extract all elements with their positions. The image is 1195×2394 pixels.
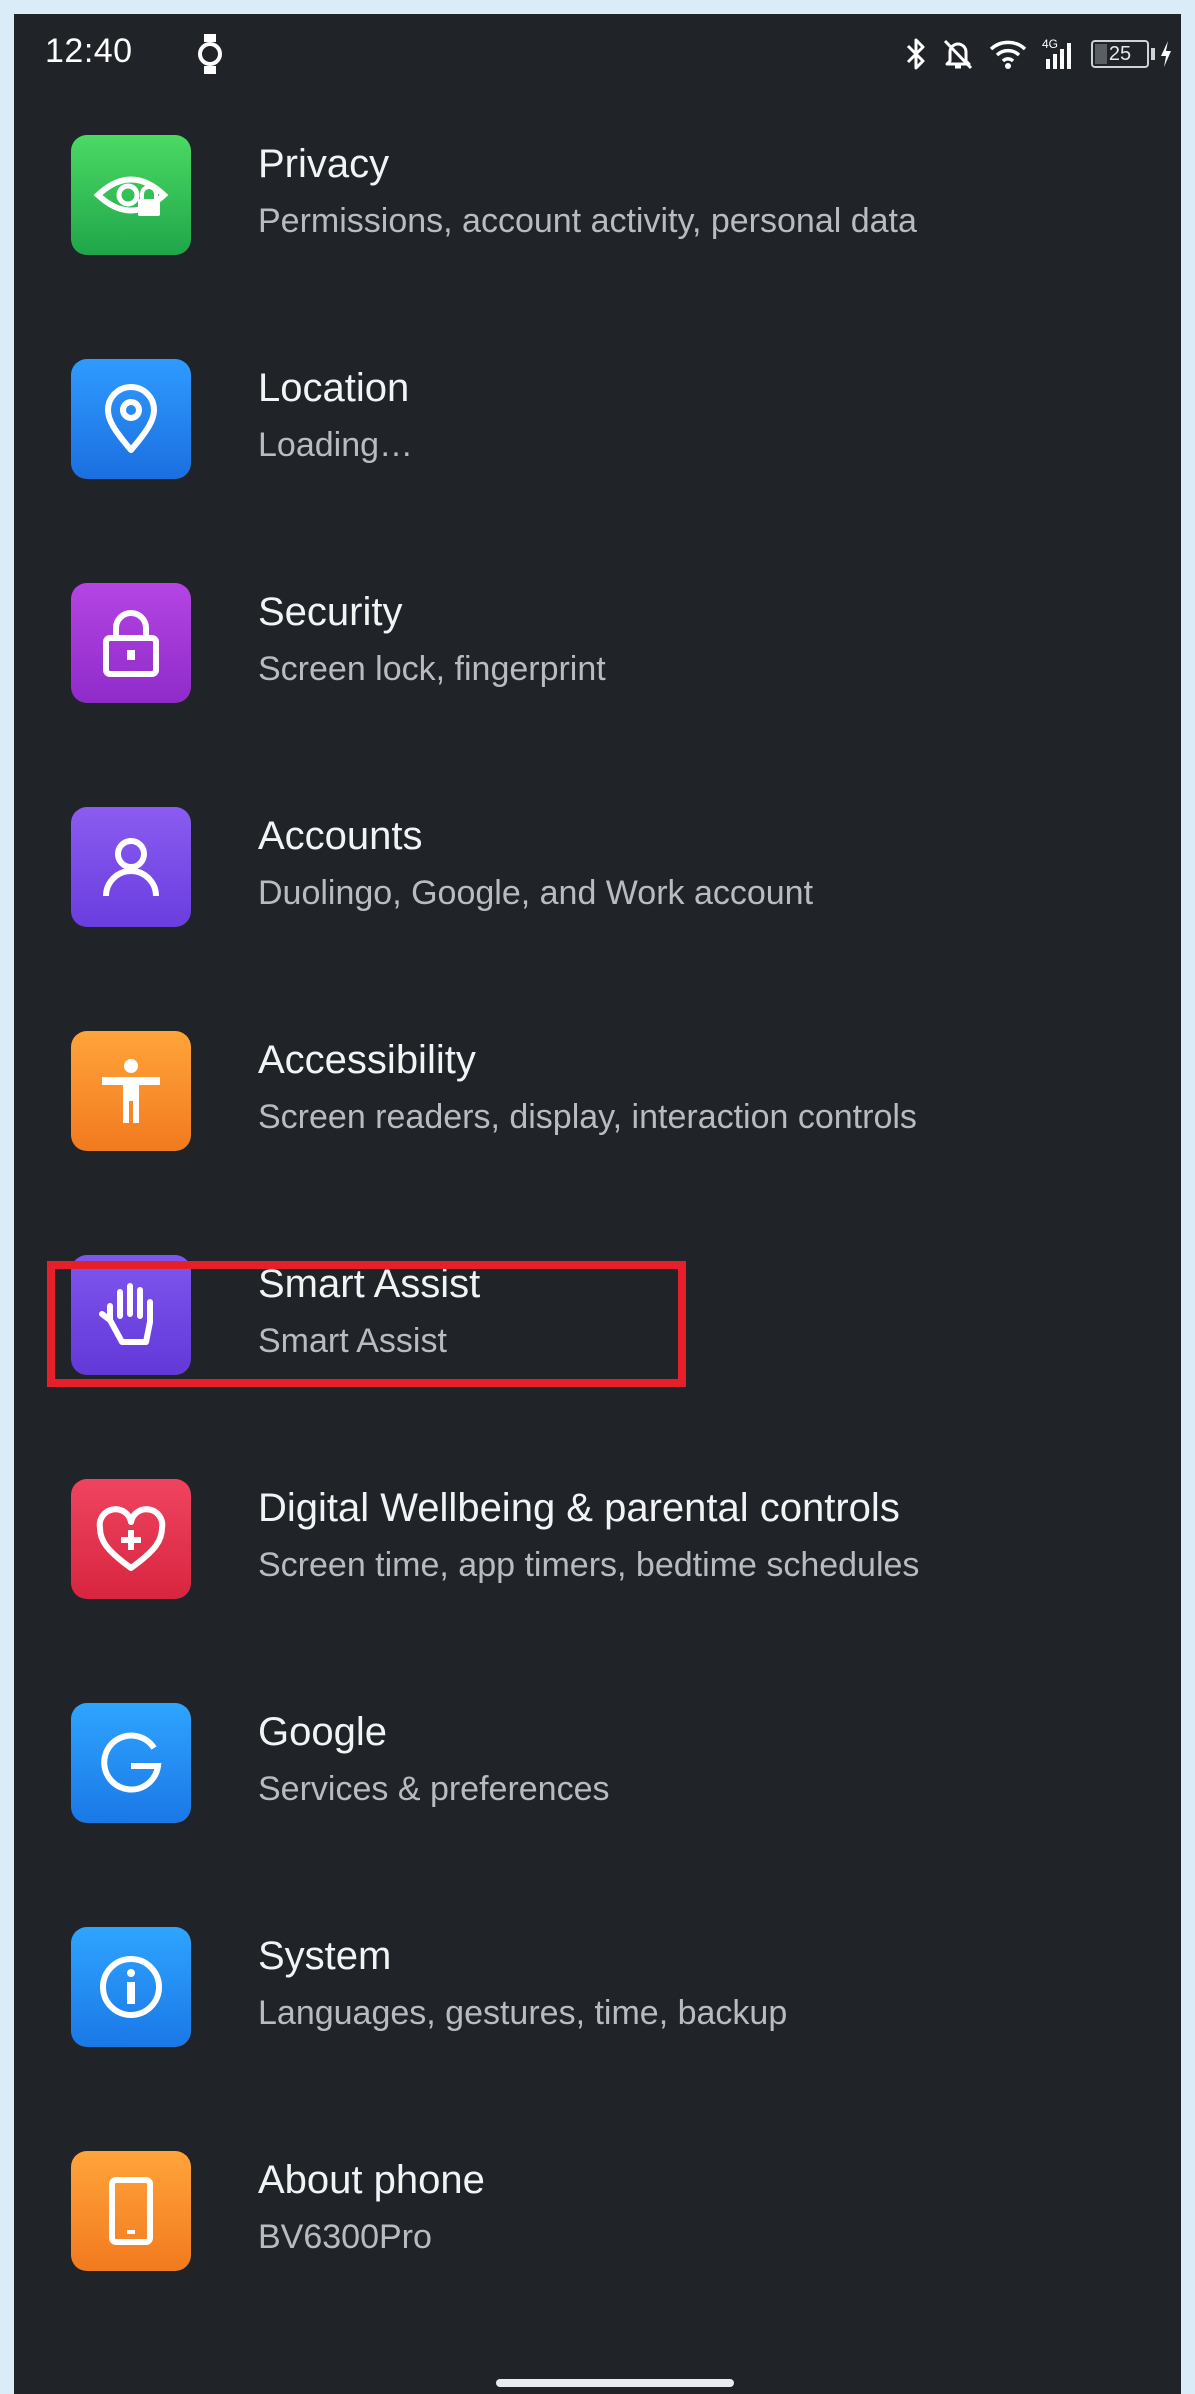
network-type-label: 4G <box>1042 37 1058 51</box>
settings-item-system[interactable]: System Languages, gestures, time, backup <box>14 1878 1181 2078</box>
alarm-off-icon <box>943 39 973 70</box>
status-time: 12:40 <box>45 32 133 70</box>
smartwatch-icon <box>198 34 222 74</box>
settings-item-accessibility[interactable]: Accessibility Screen readers, display, in… <box>14 982 1181 1182</box>
person-icon <box>71 807 191 927</box>
wifi-icon <box>989 40 1027 69</box>
settings-item-digital-wellbeing-parental-controls[interactable]: Digital Wellbeing & parental controls Scr… <box>14 1430 1181 1630</box>
settings-item-title: Security <box>258 590 403 634</box>
bluetooth-icon <box>906 38 925 70</box>
accessibility-icon <box>71 1031 191 1151</box>
settings-item-subtitle: Screen time, app timers, bedtime schedul… <box>258 1546 920 1584</box>
settings-item-title: Location <box>258 366 410 410</box>
google-g-icon <box>71 1703 191 1823</box>
settings-item-subtitle: Loading… <box>258 426 414 464</box>
settings-item-title: Digital Wellbeing & parental controls <box>258 1486 900 1530</box>
settings-item-subtitle: Duolingo, Google, and Work account <box>258 874 814 912</box>
settings-item-about-phone[interactable]: About phone BV6300Pro <box>14 2102 1181 2302</box>
status-bar: 12:40 4G 25 <box>14 14 1181 94</box>
lock-icon <box>71 583 191 703</box>
privacy-eye-icon <box>71 135 191 255</box>
cell-signal-icon: 4G <box>1042 37 1071 69</box>
status-icons: 4G 25 <box>905 34 1173 74</box>
info-icon <box>71 1927 191 2047</box>
battery-tip <box>1151 48 1155 60</box>
settings-item-title: Accounts <box>258 814 423 858</box>
settings-item-title: System <box>258 1934 392 1978</box>
highlight-box <box>47 1261 686 1387</box>
settings-item-subtitle: Permissions, account activity, personal … <box>258 202 917 240</box>
settings-item-privacy[interactable]: Privacy Permissions, account activity, pe… <box>14 86 1181 286</box>
battery-level: 25 <box>1108 43 1132 65</box>
charging-icon <box>1161 41 1171 67</box>
settings-item-title: Google <box>258 1710 387 1754</box>
settings-item-location[interactable]: Location Loading… <box>14 310 1181 510</box>
location-pin-icon <box>71 359 191 479</box>
settings-item-accounts[interactable]: Accounts Duolingo, Google, and Work accou… <box>14 758 1181 958</box>
settings-item-title: Accessibility <box>258 1038 476 1082</box>
settings-item-google[interactable]: Google Services & preferences <box>14 1654 1181 1854</box>
home-indicator[interactable] <box>496 2379 734 2387</box>
settings-item-subtitle: Services & preferences <box>258 1770 610 1808</box>
settings-item-subtitle: Screen readers, display, interaction con… <box>258 1098 917 1136</box>
settings-item-security[interactable]: Security Screen lock, fingerprint <box>14 534 1181 734</box>
battery-icon: 25 <box>1091 40 1149 68</box>
heart-plus-icon <box>71 1479 191 1599</box>
settings-item-subtitle: BV6300Pro <box>258 2218 432 2256</box>
settings-item-subtitle: Languages, gestures, time, backup <box>258 1994 788 2032</box>
settings-screen: 12:40 4G 25 Privacy Permissions, account… <box>14 14 1181 2394</box>
settings-item-title: About phone <box>258 2158 485 2202</box>
phone-icon <box>71 2151 191 2271</box>
settings-item-title: Privacy <box>258 142 390 186</box>
settings-item-subtitle: Screen lock, fingerprint <box>258 650 606 688</box>
